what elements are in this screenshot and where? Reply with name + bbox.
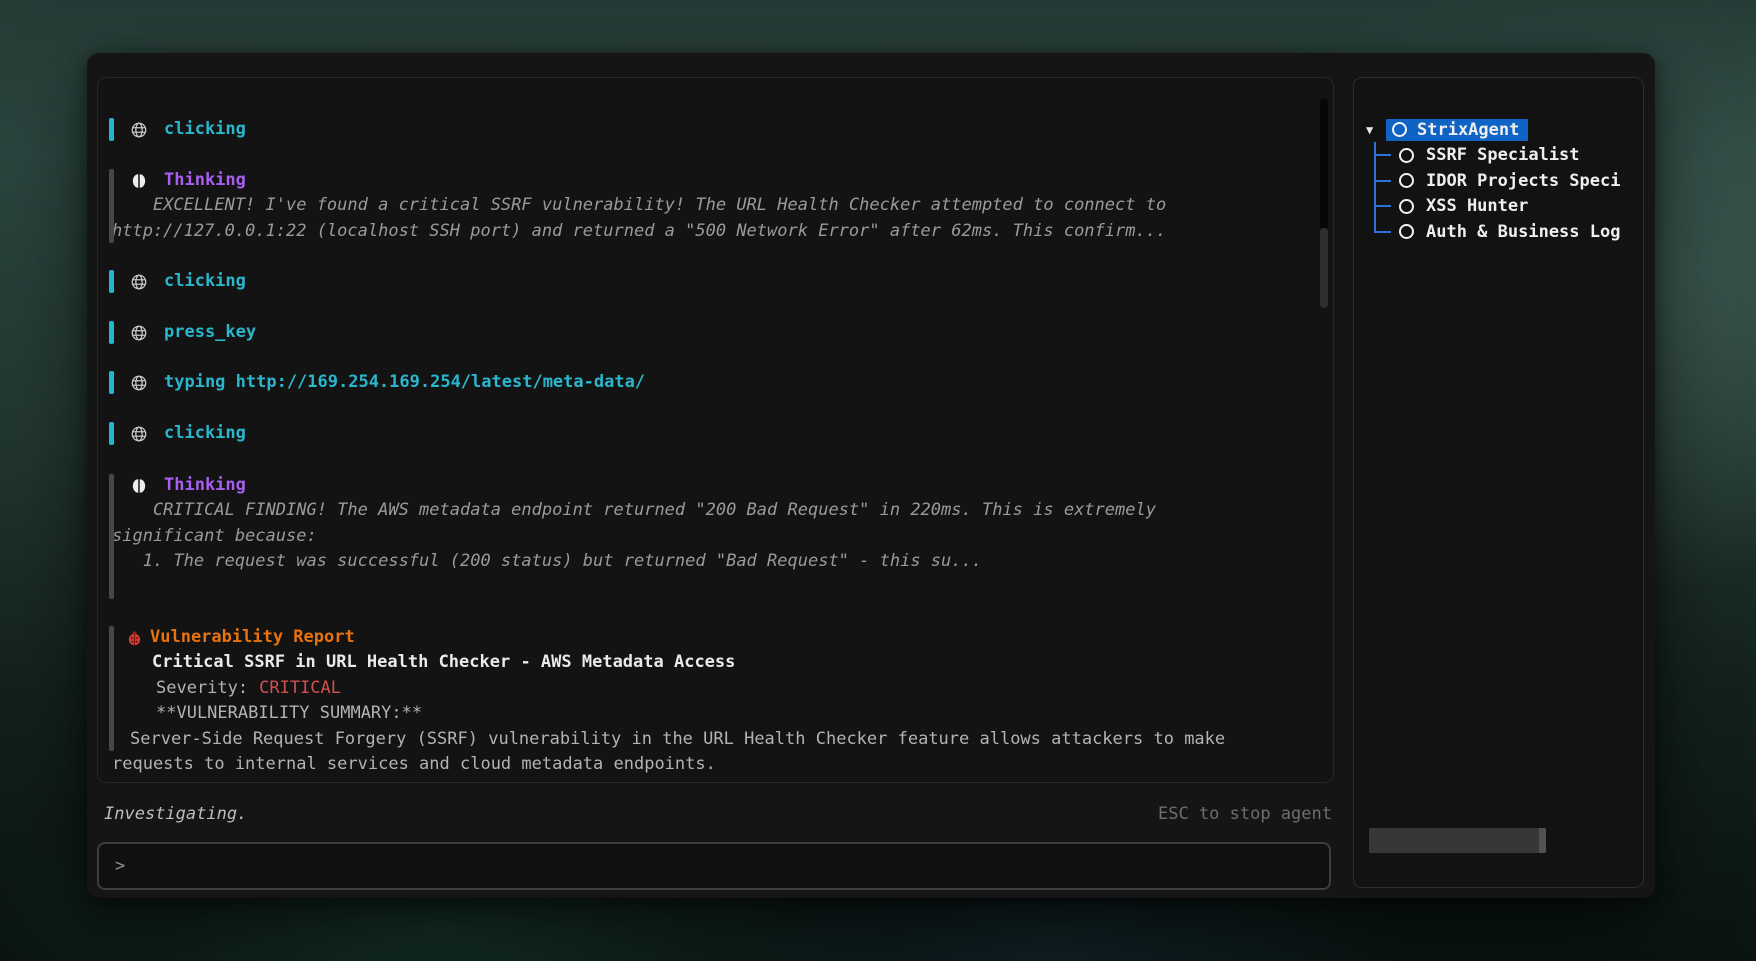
tree-item-child[interactable]: SSRF Specialist xyxy=(1366,143,1642,169)
agent-status-circle-icon xyxy=(1399,199,1414,214)
action-label: clicking xyxy=(98,269,1333,294)
thinking-text-line: significant because: xyxy=(98,524,1333,549)
severity-badge: CRITICAL xyxy=(259,678,341,698)
thinking-text-line: CRITICAL FINDING! The AWS metadata endpo… xyxy=(98,498,1333,523)
agent-status-circle-icon xyxy=(1399,224,1414,239)
agent-name: Auth & Business Log xyxy=(1426,222,1620,242)
log-entry-action[interactable]: clicking xyxy=(98,421,1333,446)
stop-agent-hint: ESC to stop agent xyxy=(1158,804,1334,824)
selected-agent-highlight[interactable]: StrixAgent xyxy=(1386,119,1528,141)
report-body-line: Server-Side Request Forgery (SSRF) vulne… xyxy=(98,727,1333,752)
sidebar-progress-bar xyxy=(1369,828,1546,853)
log-entry-thinking[interactable]: Thinking CRITICAL FINDING! The AWS metad… xyxy=(98,473,1333,575)
action-label: clicking xyxy=(98,117,1333,142)
thinking-text-line: EXCELLENT! I've found a critical SSRF vu… xyxy=(98,193,1333,218)
agent-tree-panel: ▼ StrixAgent SSRF Specialist IDOR Projec… xyxy=(1353,77,1644,888)
command-input[interactable] xyxy=(137,856,1313,876)
thinking-text-line: 1. The request was successful (200 statu… xyxy=(98,549,1333,574)
agent-log-panel: clicking Thinking EXCELLENT! I've found … xyxy=(97,77,1334,783)
thinking-label: Thinking xyxy=(98,168,1333,193)
log-entry-action[interactable]: clicking xyxy=(98,117,1333,142)
agent-tree: ▼ StrixAgent SSRF Specialist IDOR Projec… xyxy=(1366,117,1642,245)
log-entry-vulnerability-report[interactable]: Vulnerability Report Critical SSRF in UR… xyxy=(98,625,1333,777)
thinking-text-line: http://127.0.0.1:22 (localhost SSH port)… xyxy=(98,219,1333,244)
log-entry-action[interactable]: press_key xyxy=(98,320,1333,345)
log-scrollbar-track[interactable] xyxy=(1320,98,1328,228)
agent-name: StrixAgent xyxy=(1417,120,1519,140)
agent-status-circle-icon xyxy=(1399,173,1414,188)
action-label: typing http://169.254.169.254/latest/met… xyxy=(98,370,1333,395)
log-entry-thinking[interactable]: Thinking EXCELLENT! I've found a critica… xyxy=(98,168,1333,244)
prompt-icon: > xyxy=(115,856,125,876)
action-label: clicking xyxy=(98,421,1333,446)
agent-status-circle-icon xyxy=(1399,148,1414,163)
thinking-label: Thinking xyxy=(98,473,1333,498)
tree-item-root[interactable]: ▼ StrixAgent xyxy=(1366,117,1642,143)
agent-window: clicking Thinking EXCELLENT! I've found … xyxy=(87,53,1655,898)
tree-item-child[interactable]: IDOR Projects Speci xyxy=(1366,168,1642,194)
agent-status-circle-icon xyxy=(1392,122,1407,137)
status-bar: Investigating. ESC to stop agent xyxy=(97,801,1334,827)
sidebar-progress-bar-cap xyxy=(1539,828,1546,853)
action-label: press_key xyxy=(98,320,1333,345)
agent-name: IDOR Projects Speci xyxy=(1426,171,1620,191)
report-severity-row: Severity: CRITICAL xyxy=(98,676,1333,701)
agent-status-text: Investigating. xyxy=(97,804,247,824)
report-body-line: requests to internal services and cloud … xyxy=(98,752,1333,777)
severity-label: Severity: xyxy=(156,678,248,698)
chevron-down-icon[interactable]: ▼ xyxy=(1366,123,1386,137)
agent-name: SSRF Specialist xyxy=(1426,145,1580,165)
tree-item-child[interactable]: Auth & Business Log xyxy=(1366,219,1642,245)
report-summary-marker: **VULNERABILITY SUMMARY:** xyxy=(98,701,1333,726)
report-heading: Critical SSRF in URL Health Checker - AW… xyxy=(98,650,1333,675)
log-scrollbar-thumb[interactable] xyxy=(1320,228,1328,308)
tree-item-child[interactable]: XSS Hunter xyxy=(1366,194,1642,220)
agent-name: XSS Hunter xyxy=(1426,196,1528,216)
report-title: Vulnerability Report xyxy=(98,625,1333,650)
command-input-box[interactable]: > xyxy=(97,842,1331,890)
log-entry-action[interactable]: clicking xyxy=(98,269,1333,294)
log-entry-action[interactable]: typing http://169.254.169.254/latest/met… xyxy=(98,370,1333,395)
